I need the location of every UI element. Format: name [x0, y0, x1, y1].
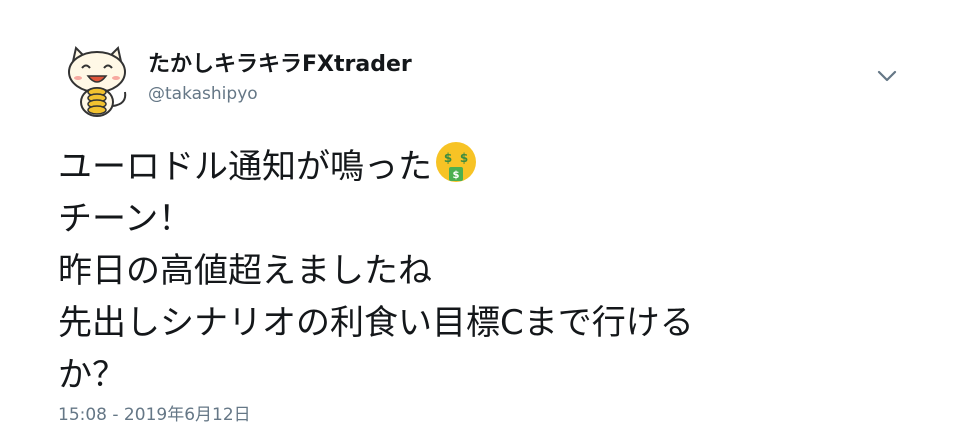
svg-text:$: $: [444, 151, 452, 165]
user-display-name[interactable]: たかしキラキラFXtrader: [148, 46, 412, 78]
svg-text:$: $: [460, 151, 468, 165]
tweet-text: ユーロドル通知が鳴った $ $ $ チーン！ 昨日の高値超えましたね 先出しシナ…: [58, 140, 938, 401]
tweet-line: チーン！: [58, 199, 193, 239]
tweet-line: ユーロドル通知が鳴った $ $ $: [58, 140, 938, 193]
tweet-line-text: ユーロドル通知が鳴った: [58, 147, 432, 187]
tweet-menu-button[interactable]: [876, 68, 898, 84]
timestamp-text[interactable]: 15:08 - 2019年6月12日: [58, 405, 251, 425]
tweet-card: たかしキラキラFXtrader @takashipyo ユーロドル通知が鳴った …: [0, 0, 956, 435]
tweet-line: 先出しシナリオの利食い目標Cまで行ける: [58, 303, 694, 343]
tweet-line: 昨日の高値超えましたね: [58, 251, 432, 291]
chevron-down-icon: [877, 70, 897, 82]
tweet-timestamp[interactable]: 15:08 - 2019年6月12日: [58, 400, 251, 425]
user-avatar[interactable]: [58, 40, 136, 118]
user-handle[interactable]: @takashipyo: [148, 84, 258, 104]
cat-holding-coins-avatar-icon: [68, 46, 127, 117]
svg-text:$: $: [453, 170, 460, 181]
tweet-line: か？: [58, 355, 126, 395]
money-mouth-face-icon: $ $ $: [436, 142, 476, 182]
